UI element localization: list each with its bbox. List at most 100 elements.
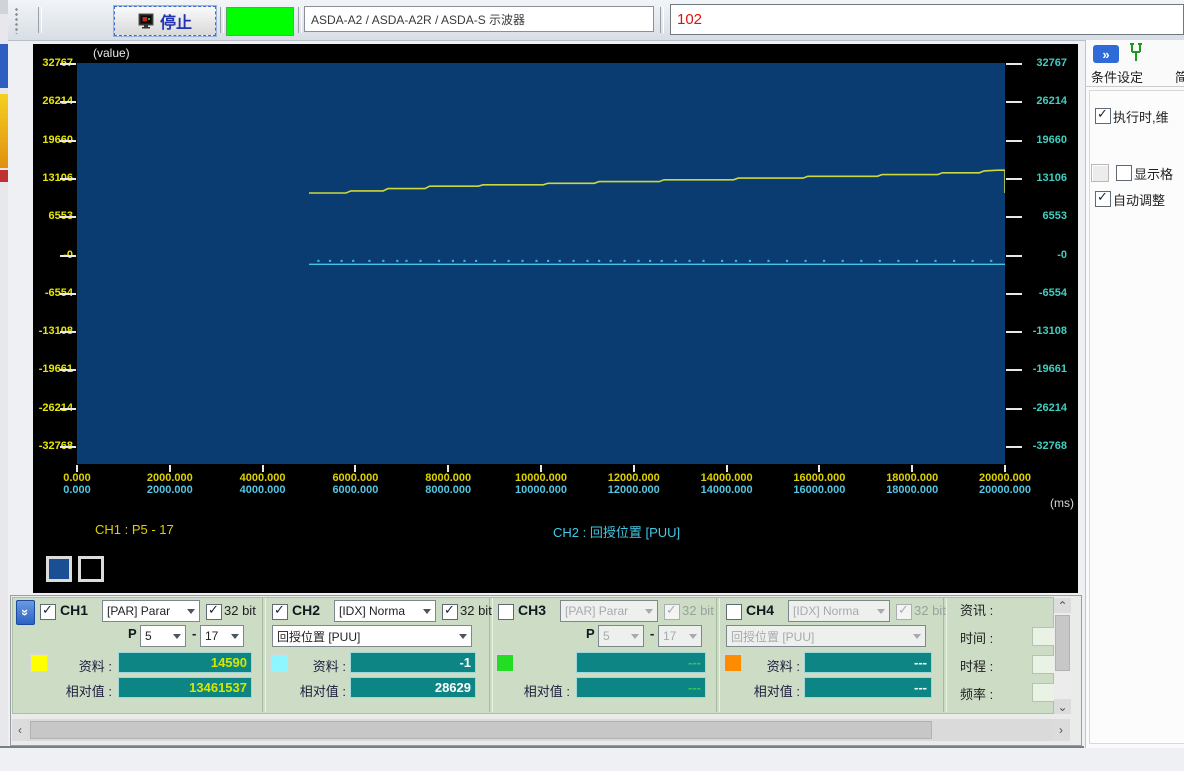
scroll-left-button[interactable]: ‹ <box>12 719 28 741</box>
x-axis-label-ch1: 6000.000 <box>332 472 379 484</box>
show-grid-checkbox[interactable] <box>1116 165 1132 181</box>
trace-noise-dot <box>463 259 466 262</box>
ch3-p-group-value: 5 <box>603 629 610 643</box>
toolbar-separator <box>220 7 224 33</box>
stop-button[interactable]: 停止 <box>114 6 216 36</box>
auto-adjust-checkbox[interactable] <box>1095 190 1111 207</box>
ch4-source-dropdown: 回授位置 [PUU] <box>726 625 926 647</box>
x-tick <box>168 465 171 472</box>
ch3-32bit-checkbox <box>664 603 680 620</box>
x-axis-label-ch2: 8000.000 <box>425 484 472 496</box>
page-select-square-2[interactable] <box>78 556 104 582</box>
hscroll-thumb[interactable] <box>30 721 932 739</box>
trace-noise-dot <box>734 259 738 262</box>
ch1-type-value: [PAR] Parar <box>107 604 171 618</box>
trace-noise-dot <box>317 259 320 262</box>
trace-noise-dot <box>971 259 974 262</box>
oscilloscope-panel: (value) (ms) CH1 : P5 - 17 CH2 : 回授位置 [P… <box>33 44 1078 593</box>
ch1-p-index-dropdown[interactable]: 17 <box>200 625 244 647</box>
ch2-enable-checkbox[interactable] <box>272 603 288 620</box>
info-freq-label: 频率 : <box>960 687 994 702</box>
ch1-p-group-dropdown[interactable]: 5 <box>140 625 186 647</box>
ch1-type-dropdown[interactable]: [PAR] Parar <box>102 600 200 622</box>
device-title-field[interactable]: ASDA-A2 / ASDA-A2R / ASDA-S 示波器 <box>304 6 654 32</box>
y-tick-left <box>60 177 76 180</box>
channel-panel-vscrollbar[interactable]: ⌃ ⌄ <box>1054 598 1071 714</box>
ch2-type-dropdown[interactable]: [IDX] Norma <box>334 600 436 622</box>
ch4-enable-checkbox[interactable] <box>726 604 742 620</box>
auto-adjust-label[interactable]: 自动调整 <box>1113 190 1165 209</box>
x-axis-label-ch1: 8000.000 <box>425 472 472 484</box>
chevron-down-icon <box>689 633 697 639</box>
ch2-32bit-label: 32 bit <box>460 603 492 618</box>
info-span-label: 时程 : <box>960 659 994 674</box>
page-select-square-1[interactable] <box>46 556 72 582</box>
trace-noise-dot <box>915 259 918 262</box>
ch2-type-value: [IDX] Norma <box>339 604 406 618</box>
info-span-field <box>1032 655 1056 674</box>
x-axis-label-ch2: 2000.000 <box>146 484 193 496</box>
run-keep-label[interactable]: 执行时,维 <box>1113 107 1169 126</box>
ch1-trace-label: CH1 : P5 - 17 <box>95 522 174 537</box>
trace-noise-dot <box>823 259 826 262</box>
trace-noise-dot <box>598 259 601 262</box>
plot-area[interactable] <box>77 63 1005 464</box>
ch3-p-index-dropdown: 17 <box>658 625 702 647</box>
channel-divider <box>262 598 266 712</box>
ch1-p-label: P <box>128 626 137 641</box>
ch2-32bit-checkbox[interactable] <box>442 603 458 620</box>
ch4-32bit-label: 32 bit <box>914 603 946 618</box>
x-tick <box>540 465 542 472</box>
run-keep-checkbox[interactable] <box>1095 107 1111 124</box>
x-tick <box>261 465 264 472</box>
collapse-panel-button[interactable]: » <box>1093 45 1119 63</box>
chevron-down-icon <box>913 633 921 639</box>
status-value-field[interactable]: 102 <box>670 4 1184 35</box>
tab-condition-setting[interactable]: 条件设定 <box>1091 67 1143 86</box>
toolbar-drag-handle[interactable] <box>14 7 20 34</box>
trace-noise-dot <box>475 259 478 262</box>
info-freq-field <box>1032 683 1056 702</box>
ch2-source-dropdown[interactable]: 回授位置 [PUU] <box>272 625 472 647</box>
ch1-enable-checkbox[interactable] <box>40 603 56 620</box>
vscroll-thumb[interactable] <box>1055 615 1070 671</box>
ch1-data-field: 14590 <box>118 652 252 673</box>
trace-noise-dot <box>572 259 575 262</box>
dock-fragment-yellow <box>0 94 8 168</box>
ch1-32bit-checkbox[interactable] <box>206 603 222 620</box>
panel-expander-button[interactable]: » <box>16 600 35 625</box>
tab-next-partial[interactable]: 简 <box>1175 67 1184 86</box>
y-tick-right <box>1006 331 1022 334</box>
y-tick-right <box>1006 446 1022 448</box>
ch2-name: CH2 <box>292 602 321 618</box>
pin-icon[interactable] <box>1128 42 1144 69</box>
scroll-down-button[interactable]: ⌄ <box>1054 699 1071 714</box>
right-settings-panel: » 条件设定 简 执行时,维 显示格 自动调整 <box>1085 40 1184 748</box>
trace-noise-dot <box>878 259 881 262</box>
y-tick-left <box>60 407 76 410</box>
trace-noise-dot <box>804 259 807 262</box>
trace-noise-dot <box>521 259 524 262</box>
channel-panel-hscrollbar[interactable]: ‹ › <box>12 719 1070 741</box>
ch2-trace-label: CH2 : 回授位置 [PUU] <box>553 525 681 540</box>
trace-noise-dot <box>328 259 332 262</box>
scroll-up-button[interactable]: ⌃ <box>1054 598 1071 613</box>
trace-noise-dot <box>405 259 408 262</box>
show-grid-label[interactable]: 显示格 <box>1134 164 1173 183</box>
x-axis-label-ch1: 20000.000 <box>979 472 1031 484</box>
ch1-relative-label: 相对值 : <box>65 684 112 699</box>
ch3-enable-checkbox[interactable] <box>498 604 514 620</box>
trace-noise-dot <box>586 259 589 262</box>
x-tick <box>1004 465 1006 472</box>
x-axis-label-ch1: 2000.000 <box>146 472 193 484</box>
y-tick-right <box>1006 254 1022 257</box>
ch3-p-group-dropdown: 5 <box>598 625 644 647</box>
x-axis-label-ch1: 0.000 <box>63 472 91 484</box>
y-axis-label-right: -19661 <box>1032 363 1067 376</box>
ch1-data-label: 资料 : <box>78 659 112 674</box>
trace-noise-dot <box>451 259 454 262</box>
y-axis-label-right: -13108 <box>1032 325 1067 338</box>
scroll-right-button[interactable]: › <box>1052 719 1070 741</box>
app-window: 停止 ASDA-A2 / ASDA-A2R / ASDA-S 示波器 102 (… <box>0 0 1184 771</box>
ch4-relative-label: 相对值 : <box>753 684 800 699</box>
